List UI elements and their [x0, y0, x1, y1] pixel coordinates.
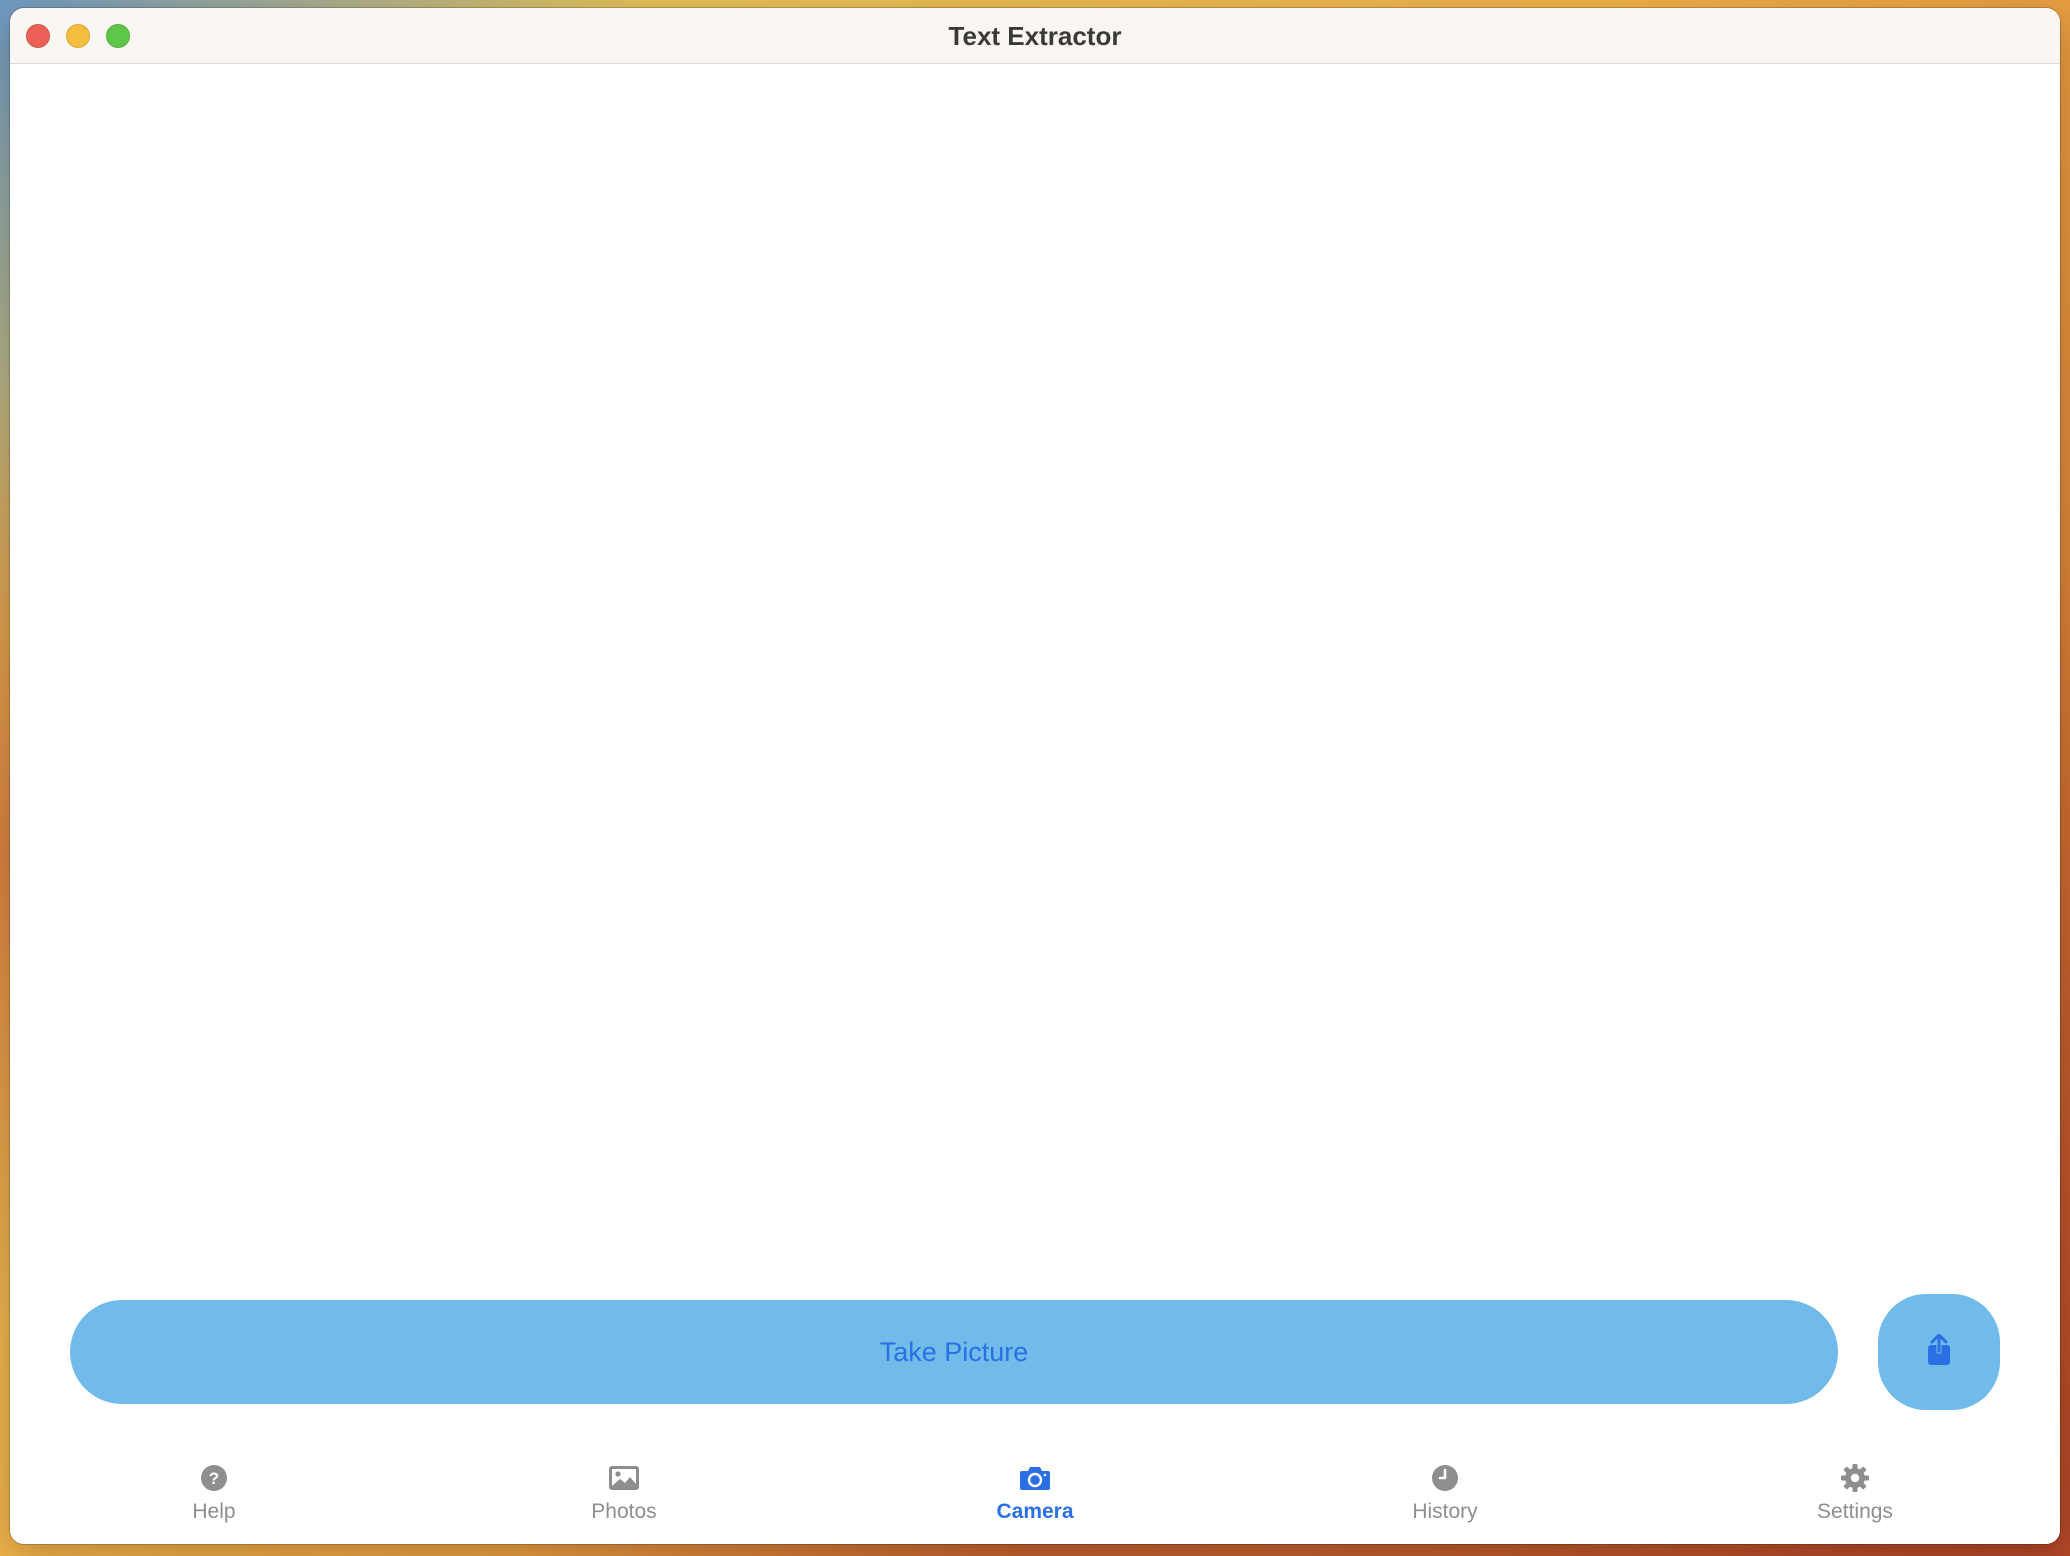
tab-bar: ? Help Photos Camera History Settings	[10, 1448, 2060, 1544]
camera-preview-area	[10, 64, 2060, 1294]
app-window: Text Extractor Take Picture ? Help Photo…	[10, 8, 2060, 1544]
tab-help[interactable]: ? Help	[114, 1448, 314, 1544]
tab-photos-label: Photos	[591, 1500, 657, 1523]
tab-settings-label: Settings	[1817, 1500, 1893, 1523]
share-icon	[1926, 1333, 1952, 1371]
take-picture-label: Take Picture	[879, 1336, 1029, 1367]
tab-camera[interactable]: Camera	[935, 1448, 1135, 1544]
gear-icon	[1839, 1462, 1871, 1494]
tab-history[interactable]: History	[1345, 1448, 1545, 1544]
photo-icon	[608, 1462, 640, 1494]
clock-icon	[1429, 1462, 1461, 1494]
share-button[interactable]	[1878, 1294, 2000, 1410]
svg-text:?: ?	[209, 1469, 219, 1488]
title-bar: Text Extractor	[10, 8, 2060, 64]
tab-help-label: Help	[192, 1500, 236, 1523]
question-circle-icon: ?	[198, 1462, 230, 1494]
tab-camera-label: Camera	[996, 1500, 1074, 1523]
window-title: Text Extractor	[948, 21, 1122, 51]
camera-icon	[1019, 1462, 1051, 1494]
tab-settings[interactable]: Settings	[1755, 1448, 1955, 1544]
tab-photos[interactable]: Photos	[524, 1448, 724, 1544]
tab-history-label: History	[1412, 1500, 1478, 1523]
take-picture-button[interactable]: Take Picture	[70, 1300, 1838, 1404]
